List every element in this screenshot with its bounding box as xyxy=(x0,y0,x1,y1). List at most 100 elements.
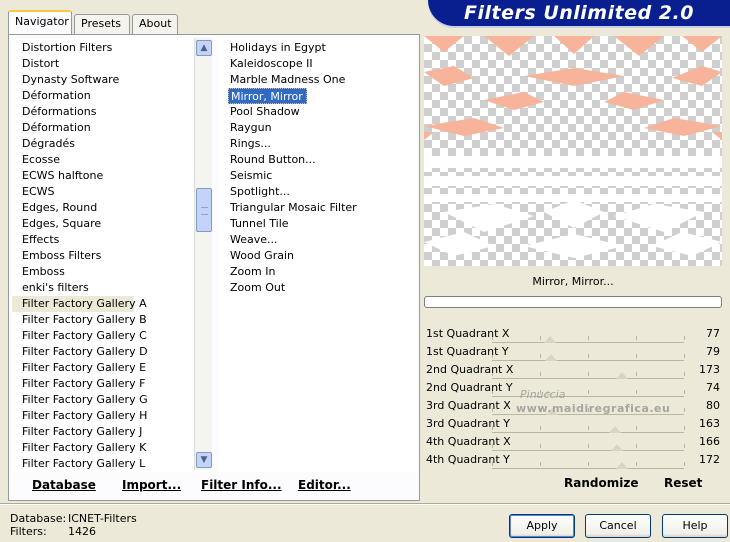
import-button[interactable]: Import... xyxy=(122,474,181,496)
parameter-slider[interactable]: 4th Quadrant X 166 xyxy=(424,434,724,452)
slider-tick xyxy=(684,354,685,358)
parameter-value: 163 xyxy=(699,417,720,430)
filter-item[interactable]: Zoom Out xyxy=(218,280,288,296)
slider-track[interactable] xyxy=(492,468,684,469)
category-item[interactable]: ECWS halftone xyxy=(12,168,103,184)
progress-bar xyxy=(424,296,722,308)
preview-filter-name: Mirror, Mirror... xyxy=(532,275,614,288)
category-item[interactable]: Filter Factory Gallery F xyxy=(12,376,145,392)
category-item[interactable]: Filter Factory Gallery J xyxy=(12,424,142,440)
slider-thumb[interactable] xyxy=(615,462,628,469)
category-item[interactable]: Filter Factory Gallery H xyxy=(12,408,147,424)
filter-item[interactable]: Tunnel Tile xyxy=(218,216,292,232)
slider-thumb[interactable] xyxy=(610,444,623,451)
category-item[interactable]: Emboss xyxy=(12,264,65,280)
parameter-slider[interactable]: 4th Quadrant Y 172 xyxy=(424,452,724,470)
pattern-shape xyxy=(424,118,504,136)
category-item[interactable]: Dynasty Software xyxy=(12,72,119,88)
parameter-name: 4th Quadrant X xyxy=(426,435,511,448)
filter-item[interactable]: Marble Madness One xyxy=(218,72,348,88)
parameter-name: 4th Quadrant Y xyxy=(426,453,510,466)
category-item[interactable]: Distortion Filters xyxy=(12,40,112,56)
category-item[interactable]: Emboss Filters xyxy=(12,248,101,264)
pattern-shape xyxy=(544,200,604,228)
slider-thumb[interactable] xyxy=(616,372,629,379)
tab-presets[interactable]: Presets xyxy=(74,14,130,34)
tab-navigator[interactable]: Navigator xyxy=(8,10,72,34)
slider-tick xyxy=(684,390,685,394)
category-item[interactable]: Dégradés xyxy=(12,136,75,152)
category-item[interactable]: Filter Factory Gallery K xyxy=(12,440,146,456)
pattern-shape xyxy=(554,36,594,54)
category-item[interactable]: Distort xyxy=(12,56,59,72)
category-item[interactable]: Déformation xyxy=(12,120,91,136)
category-item[interactable]: Filter Factory Gallery L xyxy=(12,456,145,472)
slider-track[interactable] xyxy=(492,378,684,379)
reset-button[interactable]: Reset xyxy=(664,476,702,490)
filter-item[interactable]: Round Button... xyxy=(218,152,319,168)
filter-item[interactable]: Triangular Mosaic Filter xyxy=(218,200,360,216)
category-item[interactable]: Ecosse xyxy=(12,152,60,168)
parameter-slider[interactable]: 2nd Quadrant Y 74 xyxy=(424,380,724,398)
slider-tick xyxy=(540,426,541,430)
slider-track[interactable] xyxy=(492,360,684,361)
scroll-down-button[interactable]: ▼ xyxy=(196,452,212,468)
filter-item[interactable]: Seismic xyxy=(218,168,275,184)
filter-item[interactable]: Wood Grain xyxy=(218,248,297,264)
slider-tick xyxy=(636,336,637,340)
filter-item[interactable]: Raygun xyxy=(218,120,275,136)
filter-item[interactable]: Holidays in Egypt xyxy=(218,40,329,56)
slider-thumb[interactable] xyxy=(543,336,556,343)
parameter-value: 172 xyxy=(699,453,720,466)
category-item[interactable]: Edges, Square xyxy=(12,216,101,232)
category-item[interactable]: ECWS xyxy=(12,184,55,200)
category-list[interactable]: Distortion Filters Distort Dynasty Softwar… xyxy=(12,38,212,472)
category-item[interactable]: Déformations xyxy=(12,104,96,120)
filter-info-button[interactable]: Filter Info... xyxy=(201,474,282,496)
category-item[interactable]: Filter Factory Gallery C xyxy=(12,328,147,344)
parameter-slider[interactable]: 1st Quadrant X 77 xyxy=(424,326,724,344)
slider-track[interactable] xyxy=(492,432,684,433)
editor-button[interactable]: Editor... xyxy=(298,474,351,496)
category-item[interactable]: Effects xyxy=(12,232,59,248)
randomize-button[interactable]: Randomize xyxy=(564,476,638,490)
filter-item[interactable]: Zoom In xyxy=(218,264,278,280)
cancel-button[interactable]: Cancel xyxy=(585,514,651,538)
slider-tick xyxy=(684,426,685,430)
parameter-value: 77 xyxy=(706,327,720,340)
category-item[interactable]: Filter Factory Gallery G xyxy=(12,392,148,408)
category-item[interactable]: Filter Factory Gallery E xyxy=(12,360,146,376)
slider-track[interactable] xyxy=(492,342,684,343)
filter-list[interactable]: Holidays in Egypt Kaleidoscope II Marble M… xyxy=(218,38,418,472)
parameter-slider[interactable]: 2nd Quadrant X 173 xyxy=(424,362,724,380)
slider-thumb[interactable] xyxy=(545,354,558,361)
slider-tick xyxy=(588,462,589,466)
category-item[interactable]: Filter Factory Gallery B xyxy=(12,312,147,328)
database-button[interactable]: Database xyxy=(32,474,96,496)
filter-item[interactable]: Mirror, Mirror xyxy=(228,88,307,104)
slider-track[interactable] xyxy=(492,450,684,451)
category-item[interactable]: enki's filters xyxy=(12,280,89,296)
filter-item[interactable]: Pool Shadow xyxy=(218,104,303,120)
filter-item[interactable]: Weave... xyxy=(218,232,281,248)
scroll-thumb[interactable] xyxy=(196,188,212,232)
slider-tick xyxy=(636,390,637,394)
parameter-slider[interactable]: 3rd Quadrant Y 163 xyxy=(424,416,724,434)
apply-button[interactable]: Apply xyxy=(509,514,575,538)
category-item[interactable]: Edges, Round xyxy=(12,200,97,216)
category-item[interactable]: Déformation xyxy=(12,88,91,104)
parameter-slider[interactable]: 1st Quadrant Y 79 xyxy=(424,344,724,362)
category-item[interactable]: Filter Factory Gallery D xyxy=(12,344,148,360)
pattern-shape xyxy=(424,156,722,168)
help-button[interactable]: Help xyxy=(662,514,728,538)
slider-thumb[interactable] xyxy=(608,426,621,433)
filter-item[interactable]: Spotlight... xyxy=(218,184,293,200)
scroll-up-button[interactable]: ▲ xyxy=(196,40,212,56)
category-scrollbar[interactable]: ▲ ▼ xyxy=(194,38,212,470)
parameter-value: 74 xyxy=(706,381,720,394)
pattern-shape xyxy=(524,234,624,258)
category-item[interactable]: Filter Factory Gallery A xyxy=(12,296,147,312)
tab-about[interactable]: About xyxy=(132,14,178,34)
filter-item[interactable]: Kaleidoscope II xyxy=(218,56,316,72)
filter-item[interactable]: Rings... xyxy=(218,136,274,152)
